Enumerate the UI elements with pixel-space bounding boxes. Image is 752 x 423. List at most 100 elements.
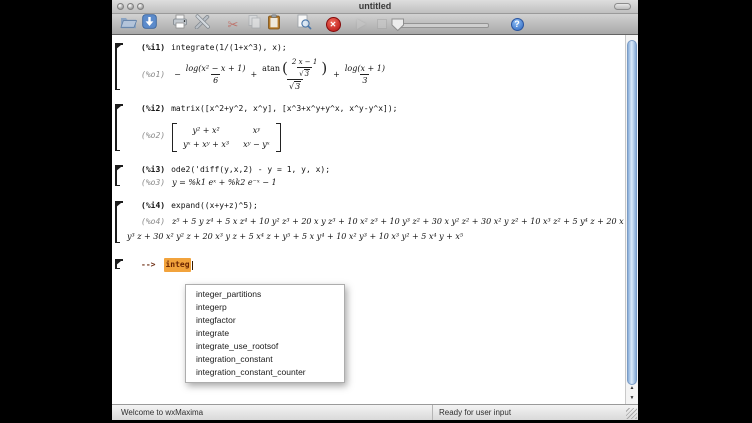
plus-sign: + <box>333 70 340 79</box>
stop-animation-button[interactable] <box>373 16 391 33</box>
left-paren: ( <box>282 61 288 76</box>
help-button[interactable]: ? <box>508 16 526 33</box>
autocomplete-item[interactable]: integerp <box>186 301 344 314</box>
scissors-icon: ✂ <box>228 18 239 31</box>
help-icon: ? <box>511 18 524 31</box>
plus-sign: + <box>250 70 257 79</box>
output-line-4: (%o4) z⁵ + 5 y z⁴ + 5 x z⁴ + 10 y² z³ + 2… <box>138 214 624 244</box>
cell-bracket[interactable] <box>115 104 123 151</box>
interrupt-icon: ✕ <box>326 17 341 32</box>
expansion-line-1: z⁵ + 5 y z⁴ + 5 x z⁴ + 10 y² z³ + 20 x y… <box>172 217 624 226</box>
input-code[interactable]: matrix([x^2+y^2, x^y], [x^3+x^y+y^x, x^y… <box>171 104 397 113</box>
input-code[interactable]: ode2('diff(y,x,2) - y = 1, y, x); <box>171 165 330 174</box>
fraction-1: log(x² − x + 1) 6 <box>184 64 248 85</box>
prompt-label: --> <box>141 259 155 271</box>
output-label: (%o2) <box>141 131 165 140</box>
paste-button[interactable] <box>265 16 283 33</box>
cell-group-2: (%i2) matrix([x^2+y^2, x^y], [x^3+x^y+y^x… <box>125 103 624 152</box>
prompt-row[interactable]: --> integ <box>138 258 624 272</box>
open-folder-icon <box>120 15 137 34</box>
minus-sign: − <box>174 70 181 79</box>
cut-button[interactable]: ✂ <box>224 16 242 33</box>
output-line-1: (%o1) − log(x² − x + 1) 6 + atan ( 2 x −… <box>138 58 624 91</box>
search-icon <box>296 14 312 35</box>
cell-bracket[interactable] <box>115 43 123 90</box>
worksheet-area[interactable]: (%i1) integrate(1/(1+x^3), x); (%o1) − lo… <box>112 35 638 404</box>
autocomplete-item[interactable]: integrate <box>186 327 344 340</box>
copy-button[interactable] <box>245 16 263 33</box>
status-message-left: Welcome to wxMaxima <box>121 408 203 417</box>
output-line-3: (%o3) y = %k1 eˣ + %k2 e⁻ˣ − 1 <box>138 178 624 187</box>
printer-icon <box>172 14 188 34</box>
worksheet-cells: (%i1) integrate(1/(1+x^3), x); (%o1) − lo… <box>112 35 624 272</box>
typed-text[interactable]: integ <box>164 258 190 272</box>
active-input-cell[interactable]: --> integ <box>125 258 624 272</box>
matrix-output: y² + x² xʸ yˣ + xʸ + x³ xʸ − yˣ <box>172 123 281 152</box>
input-line-1[interactable]: (%i1) integrate(1/(1+x^3), x); <box>138 42 624 53</box>
vertical-scrollbar[interactable]: ▲ ▼ <box>625 35 638 404</box>
atan-function: atan <box>262 64 280 73</box>
inner-denominator: √3 <box>297 67 312 78</box>
configure-button[interactable] <box>193 16 211 33</box>
autocomplete-item[interactable]: integrate_use_rootsof <box>186 340 344 353</box>
input-code[interactable]: integrate(1/(1+x^3), x); <box>171 43 287 52</box>
slider-track[interactable] <box>398 23 489 28</box>
find-button[interactable] <box>295 16 313 33</box>
input-label: (%i1) <box>141 43 165 52</box>
tools-icon <box>194 14 210 34</box>
matrix-grid: y² + x² xʸ yˣ + xʸ + x³ xʸ − yˣ <box>177 123 276 152</box>
matrix-cell: yˣ + xʸ + x³ <box>183 140 229 149</box>
autocomplete-dropdown: integer_partitions integerp integfactor … <box>185 284 345 383</box>
window-title: untitled <box>112 1 638 12</box>
fraction-3-denominator: 3 <box>360 74 369 85</box>
input-line-4[interactable]: (%i4) expand((x+y+z)^5); <box>138 200 624 211</box>
matrix-right-bracket <box>276 123 281 152</box>
slider-handle-icon[interactable] <box>391 18 405 32</box>
autocomplete-item[interactable]: integration_constant_counter <box>186 366 344 379</box>
scroll-down-icon[interactable]: ▼ <box>626 393 638 403</box>
cell-group-1: (%i1) integrate(1/(1+x^3), x); (%o1) − lo… <box>125 42 624 91</box>
play-animation-button[interactable] <box>352 16 370 33</box>
input-line-3[interactable]: (%i3) ode2('diff(y,x,2) - y = 1, y, x); <box>138 164 624 175</box>
status-divider <box>432 405 433 420</box>
autocomplete-item[interactable]: integration_constant <box>186 353 344 366</box>
save-document-button[interactable] <box>140 16 158 33</box>
input-label: (%i3) <box>141 165 165 174</box>
autocomplete-item[interactable]: integer_partitions <box>186 288 344 301</box>
fraction-3: log(x + 1) 3 <box>343 64 387 85</box>
status-bar: Welcome to wxMaxima Ready for user input <box>112 404 638 420</box>
animation-slider[interactable] <box>391 16 491 33</box>
output-label: (%o4) <box>141 217 165 226</box>
radicand: 3 <box>304 69 310 78</box>
matrix-cell: y² + x² <box>183 126 229 135</box>
matrix-cell: xʸ <box>243 126 270 135</box>
input-code[interactable]: expand((x+y+z)^5); <box>171 201 258 210</box>
autocomplete-item[interactable]: integfactor <box>186 314 344 327</box>
output-label: (%o1) <box>141 70 165 79</box>
save-icon <box>142 14 157 34</box>
stop-icon <box>377 19 387 29</box>
cell-bracket[interactable] <box>115 201 123 243</box>
print-document-button[interactable] <box>171 16 189 33</box>
input-label: (%i4) <box>141 201 165 210</box>
scroll-up-icon[interactable]: ▲ <box>626 383 638 393</box>
open-document-button[interactable] <box>119 16 137 33</box>
input-label: (%i2) <box>141 104 165 113</box>
fraction-1-denominator: 6 <box>211 74 220 85</box>
inner-fraction: 2 x − 1 √3 <box>290 58 319 78</box>
cell-bracket[interactable] <box>115 165 123 186</box>
ode-solution: y = %k1 eˣ + %k2 e⁻ˣ − 1 <box>172 178 277 187</box>
output-line-2: (%o2) y² + x² xʸ yˣ + xʸ + x³ xʸ − yˣ <box>138 119 624 152</box>
matrix-cell: xʸ − yˣ <box>243 140 270 149</box>
scrollbar-thumb[interactable] <box>627 40 637 385</box>
cell-group-3: (%i3) ode2('diff(y,x,2) - y = 1, y, x); (… <box>125 164 624 187</box>
interrupt-button[interactable]: ✕ <box>324 16 342 33</box>
input-line-2[interactable]: (%i2) matrix([x^2+y^2, x^y], [x^3+x^y+y^x… <box>138 103 624 114</box>
title-bar[interactable]: untitled <box>112 0 638 14</box>
text-caret <box>192 261 193 270</box>
inner-numerator: 2 x − 1 <box>290 58 319 67</box>
cell-bracket[interactable] <box>115 259 123 269</box>
resize-grip[interactable] <box>626 408 637 419</box>
toolbar-toggle-button[interactable] <box>614 3 631 10</box>
fraction-2: atan ( 2 x − 1 √3 ) √3 <box>260 58 330 91</box>
